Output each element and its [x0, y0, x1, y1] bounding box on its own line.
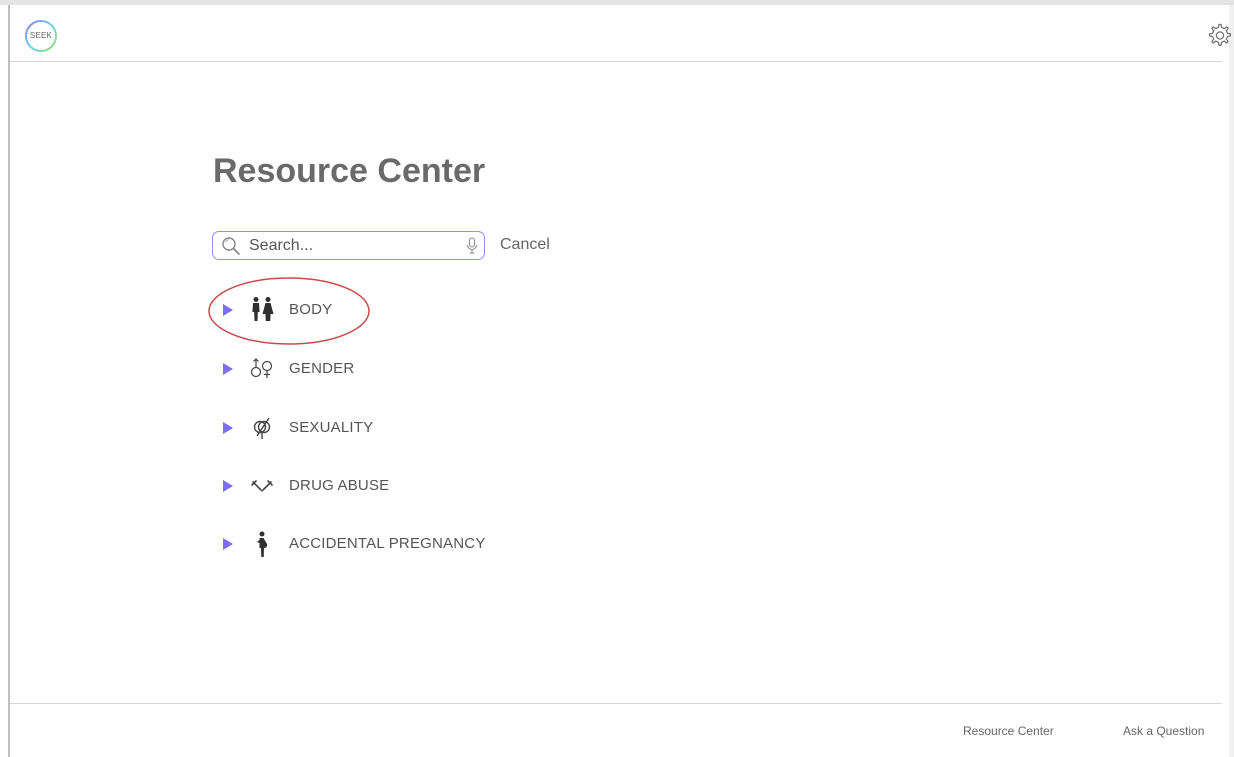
cancel-button[interactable]: Cancel	[500, 236, 550, 254]
microphone-icon[interactable]	[466, 237, 478, 255]
category-label: BODY	[289, 301, 333, 318]
search-bar[interactable]	[212, 231, 485, 260]
footer-link-resource-center[interactable]: Resource Center	[963, 724, 1054, 738]
page-title: Resource Center	[213, 152, 486, 190]
window-top-border	[0, 0, 1234, 5]
syringe-icon	[251, 480, 273, 492]
triangle-right-icon	[223, 480, 233, 492]
category-label: GENDER	[289, 360, 355, 377]
footer-link-ask-a-question[interactable]: Ask a Question	[1123, 724, 1204, 738]
search-icon	[222, 237, 240, 255]
triangle-right-icon	[223, 538, 233, 550]
category-label: DRUG ABUSE	[289, 477, 390, 494]
category-item-sexuality[interactable]: SEXUALITY	[218, 411, 618, 445]
header-divider	[10, 61, 1222, 62]
triangle-right-icon	[223, 422, 233, 434]
footer-divider	[10, 703, 1222, 704]
gear-icon[interactable]	[1204, 21, 1234, 51]
left-border	[8, 5, 10, 757]
right-border	[1229, 5, 1234, 757]
logo-text: SEEK	[29, 31, 53, 40]
category-item-body[interactable]: BODY	[218, 293, 618, 327]
category-item-gender[interactable]: GENDER	[218, 352, 618, 386]
sexuality-symbol-icon	[253, 417, 271, 439]
category-label: SEXUALITY	[289, 419, 374, 436]
people-icon	[252, 297, 274, 321]
category-label: ACCIDENTAL PREGNANCY	[289, 535, 486, 552]
search-input[interactable]	[249, 235, 459, 257]
category-item-drug-abuse[interactable]: DRUG ABUSE	[218, 469, 618, 503]
gender-symbols-icon	[250, 358, 273, 378]
triangle-right-icon	[223, 363, 233, 375]
pregnant-person-icon	[257, 531, 268, 557]
triangle-right-icon	[223, 304, 233, 316]
category-item-accidental-pregnancy[interactable]: ACCIDENTAL PREGNANCY	[218, 527, 618, 561]
